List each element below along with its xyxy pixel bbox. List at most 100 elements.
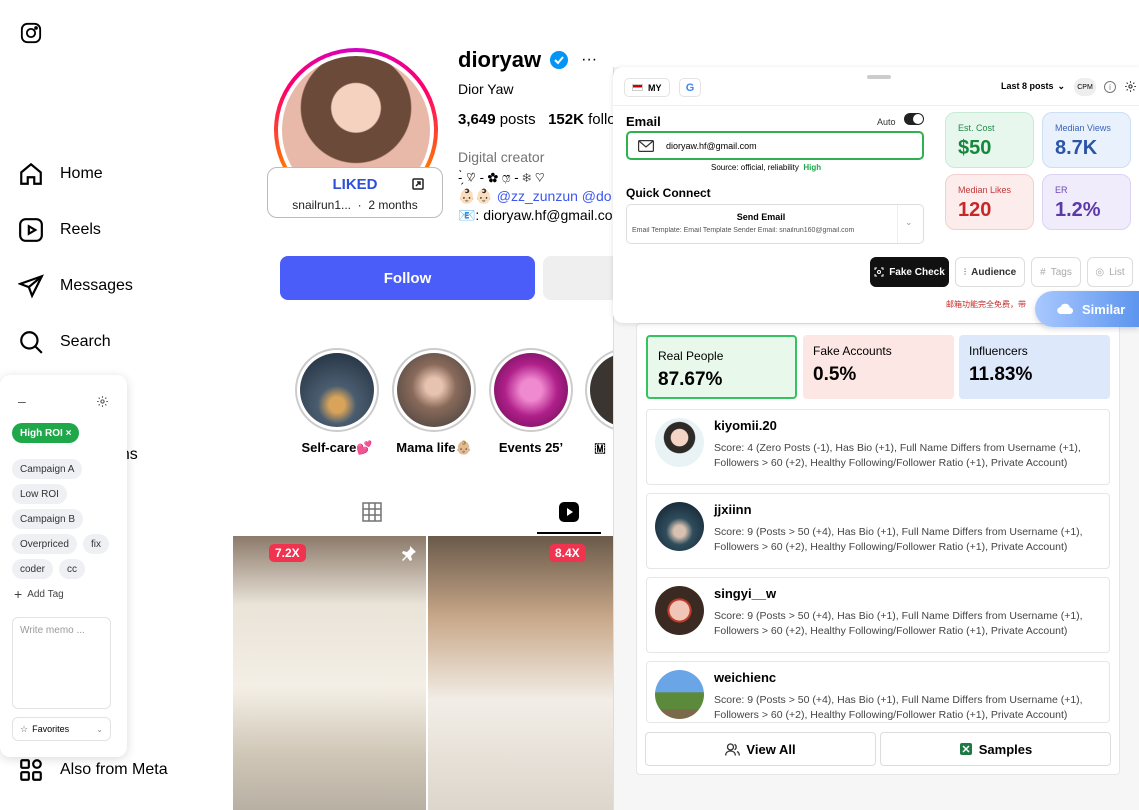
followers-label[interactable]: follo bbox=[588, 111, 616, 128]
remove-tag-icon[interactable]: × bbox=[66, 428, 72, 439]
home-icon bbox=[18, 161, 44, 187]
tags-button[interactable]: # Tags bbox=[1031, 257, 1081, 287]
follow-button[interactable]: Follow bbox=[280, 256, 535, 300]
liked-sep: · bbox=[357, 198, 362, 212]
reliability-value: High bbox=[803, 163, 822, 172]
similar-button[interactable]: Similar bbox=[1035, 291, 1139, 327]
email-value: dioryaw.hf@gmail.com bbox=[666, 140, 757, 151]
followers-count[interactable]: 152K bbox=[548, 111, 584, 128]
memo-textarea[interactable]: Write memo ... bbox=[12, 617, 111, 709]
list-button[interactable]: ◎ List bbox=[1087, 257, 1133, 287]
list-item-username: kiyomii.20 bbox=[714, 418, 777, 433]
list-item[interactable]: singyi__w Score: 9 (Posts > 50 (+4), Has… bbox=[646, 577, 1110, 653]
nav-reels[interactable]: Reels bbox=[18, 217, 101, 243]
story-highlight[interactable]: Self-care💕 bbox=[294, 348, 380, 456]
list-item[interactable]: kiyomii.20 Score: 4 (Zero Posts (-1), Ha… bbox=[646, 409, 1110, 485]
region-label: MY bbox=[648, 82, 662, 93]
er-value: 1.2% bbox=[1055, 199, 1101, 221]
messages-icon bbox=[18, 273, 44, 299]
chart-icon: ⫶ bbox=[963, 266, 967, 277]
er-label: ER bbox=[1055, 185, 1068, 195]
bio-emoji: 👶🏻👶🏻 bbox=[458, 188, 493, 204]
add-tag-button[interactable]: + Add Tag bbox=[14, 586, 64, 602]
list-item[interactable]: jjxiinn Score: 9 (Posts > 50 (+4), Has B… bbox=[646, 493, 1110, 569]
drag-handle[interactable] bbox=[867, 75, 891, 79]
reels-icon bbox=[18, 217, 44, 243]
message-button[interactable] bbox=[543, 256, 623, 300]
grid-tab-icon[interactable] bbox=[362, 502, 382, 522]
verified-badge-icon bbox=[549, 50, 569, 70]
fake-accounts-value: 0.5% bbox=[813, 364, 857, 385]
profile-category: Digital creator bbox=[458, 149, 545, 165]
profile-full-name: Dior Yaw bbox=[458, 81, 514, 97]
reels-tab-icon[interactable] bbox=[558, 501, 580, 523]
samples-button[interactable]: Samples bbox=[880, 732, 1111, 766]
tag-chip[interactable]: coder bbox=[12, 559, 54, 579]
range-selector[interactable]: Last 8 posts ⌄ bbox=[1001, 81, 1065, 92]
story-label: Mama life👶🏼 bbox=[396, 440, 472, 455]
region-selector[interactable]: MY bbox=[624, 78, 670, 97]
auto-toggle[interactable] bbox=[904, 113, 924, 125]
active-tab-indicator bbox=[537, 532, 601, 534]
mail-icon bbox=[638, 139, 654, 152]
median-likes-label: Median Likes bbox=[958, 185, 1012, 195]
story-label: 🇲 bbox=[594, 440, 606, 455]
tag-chip[interactable]: Overpriced bbox=[12, 534, 77, 554]
tag-chip[interactable]: cc bbox=[59, 559, 85, 579]
nav-messages[interactable]: Messages bbox=[18, 273, 133, 299]
bio-line1: -̗̀ ♡̷ - ✿ ෆ̷ - ❄ ♡ bbox=[458, 170, 545, 185]
chevron-down-icon: ⌄ bbox=[1057, 81, 1066, 91]
google-icon[interactable]: G bbox=[679, 78, 701, 97]
hash-icon: # bbox=[1040, 266, 1046, 278]
email-source: Source: official, reliability High bbox=[711, 163, 821, 172]
nav-search[interactable]: Search bbox=[18, 329, 111, 355]
nav-home[interactable]: Home bbox=[18, 161, 103, 187]
expand-icon[interactable] bbox=[412, 178, 424, 190]
bio-line2: 👶🏻👶🏻 @zz_zunzun @do bbox=[458, 188, 612, 205]
scan-icon bbox=[874, 267, 884, 277]
real-people-stat: Real People 87.67% bbox=[646, 335, 797, 399]
more-options-icon[interactable]: ··· bbox=[581, 51, 597, 69]
est-cost-label: Est. Cost bbox=[958, 123, 995, 133]
send-email-label: Send Email bbox=[736, 212, 786, 222]
send-email-dropdown[interactable]: Send Email Email Template: Email Templat… bbox=[626, 204, 924, 244]
er-card: ER 1.2% bbox=[1042, 174, 1131, 230]
bio-mention-link[interactable]: @zz_zunzun @do bbox=[497, 188, 612, 204]
tag-chip[interactable]: Low ROI bbox=[12, 484, 67, 504]
liked-card[interactable]: LIKED snailrun1... · 2 months bbox=[267, 167, 443, 218]
pin-icon bbox=[400, 544, 418, 562]
info-icon[interactable]: i bbox=[1104, 81, 1116, 93]
audience-button[interactable]: ⫶ Audience bbox=[955, 257, 1025, 287]
avatar bbox=[655, 418, 704, 467]
favorites-select[interactable]: ☆ Favorites ⌄ bbox=[12, 717, 111, 741]
nav-also-from-meta[interactable]: Also from Meta bbox=[18, 757, 168, 783]
nav-home-label: Home bbox=[60, 165, 103, 182]
source-text: Source: official, reliability bbox=[711, 163, 799, 172]
settings-gear-icon[interactable] bbox=[96, 395, 109, 408]
tag-chip[interactable]: Campaign B bbox=[12, 509, 84, 529]
list-item-score: Score: 9 (Posts > 50 (+4), Has Bio (+1),… bbox=[714, 610, 1083, 637]
cpm-toggle[interactable]: CPM bbox=[1074, 78, 1096, 96]
view-all-button[interactable]: View All bbox=[645, 732, 876, 766]
post-thumbnail[interactable]: 7.2X bbox=[233, 536, 426, 810]
list-item[interactable]: weichienc Score: 9 (Posts > 50 (+4), Has… bbox=[646, 661, 1110, 723]
story-highlight[interactable]: 🇲 bbox=[585, 348, 615, 456]
fake-check-button[interactable]: Fake Check bbox=[870, 257, 949, 287]
email-field[interactable]: dioryaw.hf@gmail.com bbox=[626, 131, 924, 160]
favorites-label: Favorites bbox=[32, 724, 70, 734]
settings-gear-icon[interactable] bbox=[1124, 80, 1137, 93]
est-cost-card: Est. Cost $50 bbox=[945, 112, 1034, 168]
post-thumbnail[interactable]: 8.4X bbox=[428, 536, 613, 810]
tag-chip[interactable]: Campaign A bbox=[12, 459, 83, 479]
view-all-label: View All bbox=[746, 741, 796, 757]
tag-chip[interactable]: fix bbox=[83, 534, 109, 554]
plus-icon: + bbox=[14, 586, 23, 602]
active-tag-high-roi[interactable]: High ROI × bbox=[12, 423, 80, 443]
influencers-label: Influencers bbox=[969, 344, 1028, 358]
median-views-value: 8.7K bbox=[1055, 137, 1098, 159]
auto-label: Auto bbox=[877, 117, 896, 127]
instagram-logo-icon[interactable] bbox=[20, 22, 42, 44]
story-highlight[interactable]: Events 25’ bbox=[488, 348, 574, 455]
minimize-button[interactable]: – bbox=[18, 393, 26, 409]
story-highlight[interactable]: Mama life👶🏼 bbox=[391, 348, 477, 456]
